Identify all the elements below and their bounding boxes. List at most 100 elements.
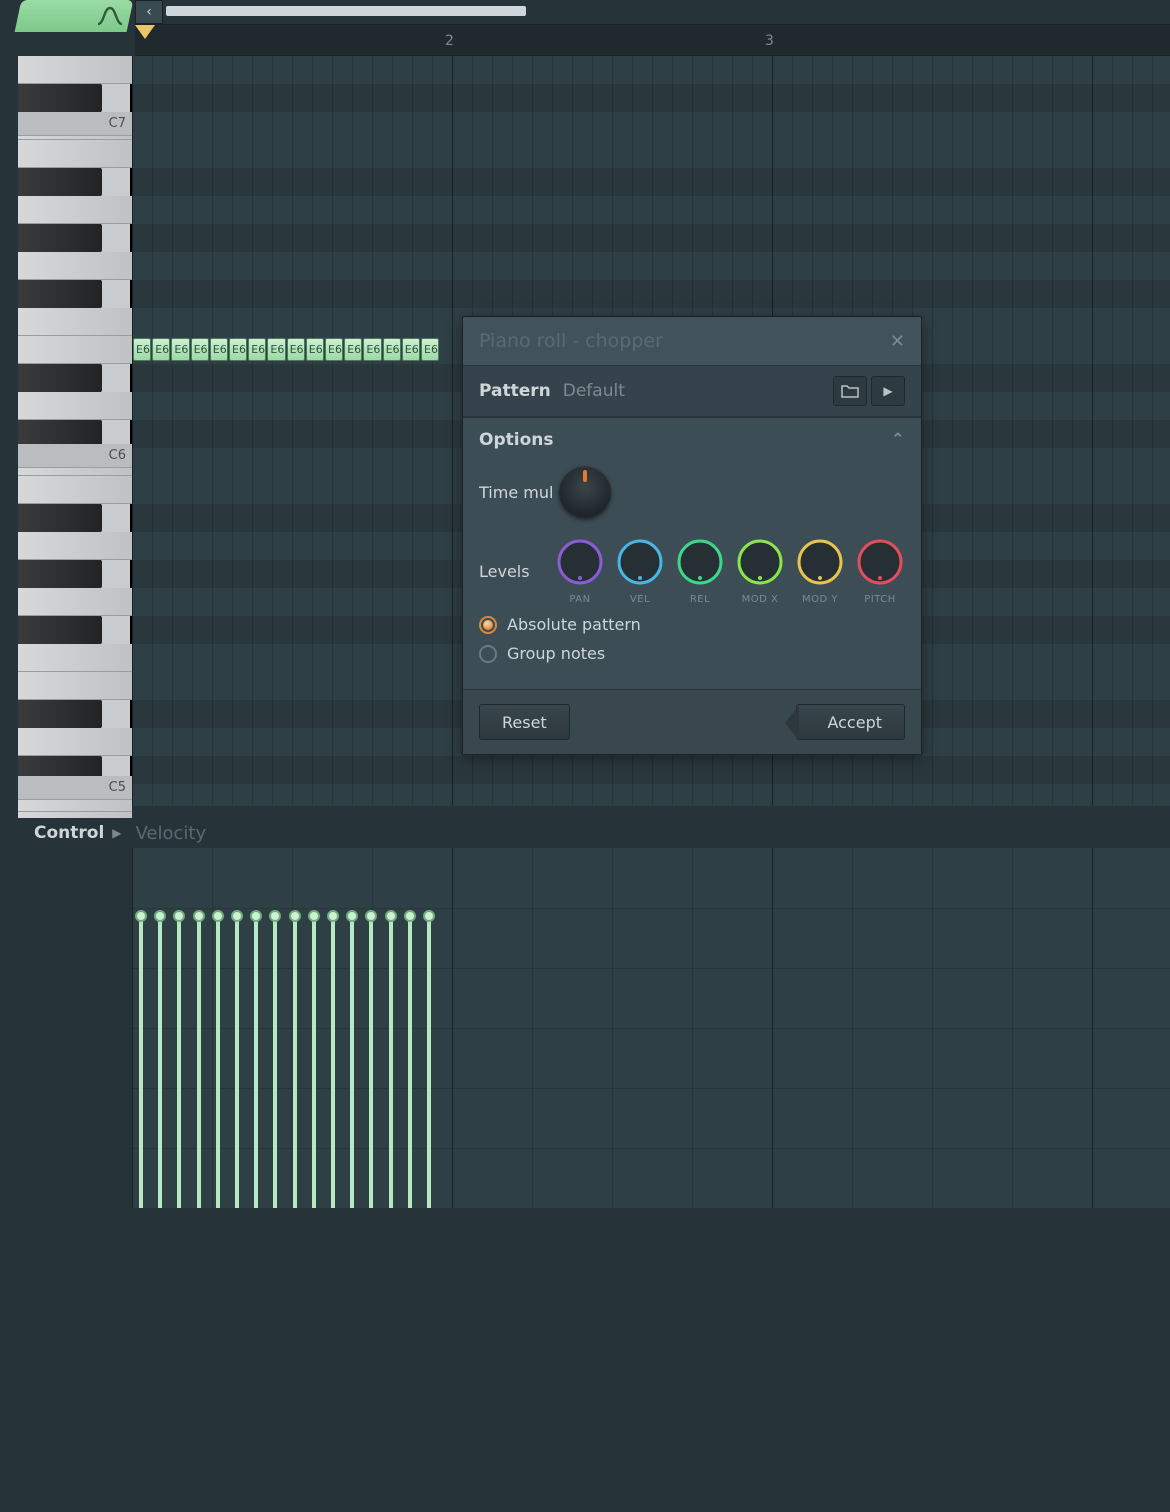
white-key[interactable] xyxy=(18,56,132,84)
velocity-handle[interactable] xyxy=(385,910,397,922)
velocity-handle[interactable] xyxy=(173,910,185,922)
options-header[interactable]: Options ⌃ xyxy=(463,418,921,462)
timeline-scroll-left[interactable]: ‹ xyxy=(135,0,163,24)
velocity-handle[interactable] xyxy=(269,910,281,922)
time-mul-knob[interactable] xyxy=(559,466,611,518)
level-knob-rel[interactable] xyxy=(676,538,724,586)
note[interactable]: E6 xyxy=(344,338,362,361)
velocity-bar[interactable] xyxy=(235,916,239,1208)
black-key[interactable] xyxy=(18,168,102,196)
velocity-handle[interactable] xyxy=(308,910,320,922)
white-key[interactable] xyxy=(18,644,132,672)
note[interactable]: E6 xyxy=(306,338,324,361)
note[interactable]: E6 xyxy=(191,338,209,361)
white-key[interactable] xyxy=(18,728,132,756)
control-lane-header: Control ▶ Velocity xyxy=(0,818,1170,848)
note[interactable]: E6 xyxy=(133,338,151,361)
note[interactable]: E6 xyxy=(421,338,439,361)
timeline-zoom-scrollbar[interactable] xyxy=(166,6,526,16)
velocity-handle[interactable] xyxy=(135,910,147,922)
note[interactable]: E6 xyxy=(287,338,305,361)
note[interactable]: E6 xyxy=(402,338,420,361)
white-key[interactable] xyxy=(18,476,132,504)
black-key[interactable] xyxy=(18,700,102,728)
velocity-bar[interactable] xyxy=(389,916,393,1208)
close-icon[interactable]: ✕ xyxy=(890,331,905,352)
control-mode[interactable]: Velocity xyxy=(136,823,207,844)
level-knob-mod x[interactable] xyxy=(736,538,784,586)
piano-keyboard[interactable]: C7C6C5 xyxy=(18,56,132,806)
note[interactable]: E6 xyxy=(152,338,170,361)
white-key[interactable] xyxy=(18,308,132,336)
open-preset-icon[interactable] xyxy=(833,376,867,406)
velocity-handle[interactable] xyxy=(423,910,435,922)
time-mul-label: Time mul xyxy=(479,483,559,502)
black-key[interactable] xyxy=(18,616,102,644)
velocity-handle[interactable] xyxy=(346,910,358,922)
black-key[interactable] xyxy=(18,280,102,308)
level-knob-vel[interactable] xyxy=(616,538,664,586)
note[interactable]: E6 xyxy=(171,338,189,361)
reset-button[interactable]: Reset xyxy=(479,704,570,740)
note[interactable]: E6 xyxy=(325,338,343,361)
velocity-bar[interactable] xyxy=(158,916,162,1208)
black-key[interactable] xyxy=(18,504,102,532)
velocity-handle[interactable] xyxy=(404,910,416,922)
note[interactable]: E6 xyxy=(210,338,228,361)
velocity-bar[interactable] xyxy=(369,916,373,1208)
velocity-bar[interactable] xyxy=(216,916,220,1208)
velocity-handle[interactable] xyxy=(231,910,243,922)
white-key[interactable] xyxy=(18,672,132,700)
velocity-bar[interactable] xyxy=(350,916,354,1208)
white-key[interactable] xyxy=(18,392,132,420)
black-key[interactable] xyxy=(18,560,102,588)
velocity-lane[interactable] xyxy=(132,848,1170,1208)
note[interactable]: E6 xyxy=(383,338,401,361)
velocity-bar[interactable] xyxy=(427,916,431,1208)
note[interactable]: E6 xyxy=(363,338,381,361)
white-key[interactable] xyxy=(18,196,132,224)
black-key[interactable] xyxy=(18,224,102,252)
velocity-handle[interactable] xyxy=(154,910,166,922)
velocity-handle[interactable] xyxy=(193,910,205,922)
white-key[interactable] xyxy=(18,252,132,280)
level-knob-mod y[interactable] xyxy=(796,538,844,586)
white-key[interactable] xyxy=(18,336,132,364)
velocity-handle[interactable] xyxy=(212,910,224,922)
velocity-handle[interactable] xyxy=(289,910,301,922)
instrument-tab[interactable] xyxy=(15,0,134,32)
velocity-bar[interactable] xyxy=(139,916,143,1208)
velocity-bar[interactable] xyxy=(254,916,258,1208)
next-preset-icon[interactable]: ▶ xyxy=(871,376,905,406)
level-knob-pan[interactable] xyxy=(556,538,604,586)
pattern-value[interactable]: Default xyxy=(563,381,625,401)
velocity-bar[interactable] xyxy=(408,916,412,1208)
black-key[interactable] xyxy=(18,84,102,112)
velocity-bar[interactable] xyxy=(312,916,316,1208)
group-notes-radio[interactable] xyxy=(479,645,497,663)
black-key[interactable] xyxy=(18,364,102,392)
velocity-handle[interactable] xyxy=(250,910,262,922)
white-key[interactable] xyxy=(18,532,132,560)
octave-label: C7 xyxy=(18,112,132,136)
note[interactable]: E6 xyxy=(248,338,266,361)
absolute-pattern-radio[interactable] xyxy=(479,616,497,634)
velocity-bar[interactable] xyxy=(293,916,297,1208)
white-key[interactable] xyxy=(18,588,132,616)
control-menu-arrow-icon[interactable]: ▶ xyxy=(112,826,121,840)
velocity-bar[interactable] xyxy=(273,916,277,1208)
accept-button[interactable]: Accept xyxy=(796,704,905,740)
playhead-marker[interactable] xyxy=(135,25,155,39)
velocity-bar[interactable] xyxy=(177,916,181,1208)
note[interactable]: E6 xyxy=(267,338,285,361)
velocity-bar[interactable] xyxy=(197,916,201,1208)
velocity-handle[interactable] xyxy=(327,910,339,922)
note[interactable]: E6 xyxy=(229,338,247,361)
dialog-title: Piano roll - chopper xyxy=(479,330,663,352)
levels-label: Levels xyxy=(479,562,555,581)
velocity-handle[interactable] xyxy=(365,910,377,922)
timeline-ruler[interactable]: 2 3 xyxy=(135,24,1170,56)
level-knob-pitch[interactable] xyxy=(856,538,904,586)
velocity-bar[interactable] xyxy=(331,916,335,1208)
white-key[interactable] xyxy=(18,140,132,168)
